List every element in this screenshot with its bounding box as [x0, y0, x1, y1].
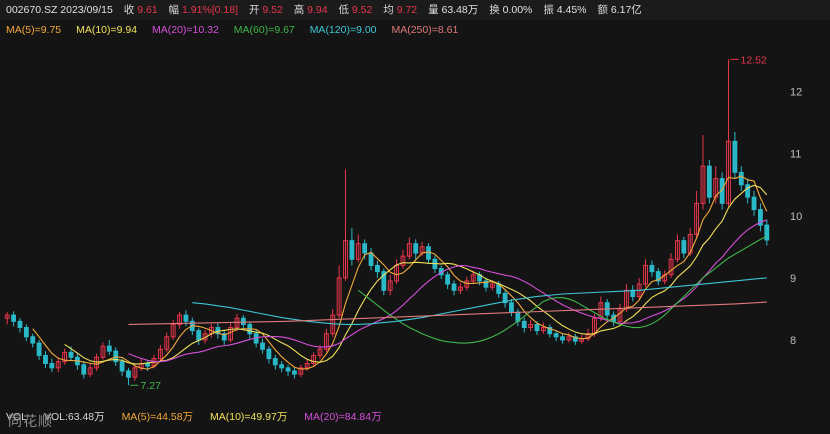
candle-body: [732, 140, 738, 173]
candle-body: [413, 243, 419, 254]
amount-label: 额: [597, 4, 608, 16]
y-tick-label: 11: [790, 149, 801, 161]
ma-line-ma250: [128, 301, 767, 325]
turnover-label: 换: [489, 4, 500, 16]
volume-label: 量: [428, 4, 439, 16]
candle-body: [183, 314, 189, 322]
y-tick-label: 9: [790, 273, 796, 285]
candle-body: [451, 283, 457, 291]
candle-body: [349, 240, 355, 260]
candle-body: [68, 351, 74, 358]
close-label: 收: [123, 4, 135, 16]
ma120-legend: MA(120)=9.00: [309, 24, 377, 36]
amplitude-value: 4.45%: [556, 4, 587, 16]
open-label: 开: [248, 4, 260, 16]
candle-body: [375, 264, 380, 273]
candle-body: [30, 336, 36, 344]
candle-body: [285, 367, 291, 372]
candle-body: [362, 243, 368, 254]
max-price-label: 12.52: [741, 54, 767, 66]
volume-value: 63.48万: [441, 4, 479, 16]
vol-ma10: MA(10)=49.97万: [209, 411, 288, 423]
avg-label: 均: [383, 4, 394, 16]
candle-body: [292, 370, 297, 375]
vol-ma5: MA(5)=44.58万: [121, 411, 194, 423]
candle-body: [509, 302, 514, 313]
low-value: 9.52: [351, 4, 373, 16]
candle-body: [560, 336, 565, 341]
high-value: 9.94: [307, 4, 328, 16]
y-tick-label: 10: [790, 211, 802, 223]
candle-body: [681, 240, 687, 254]
turnover-value: 0.00%: [502, 4, 533, 16]
candle-body: [751, 196, 757, 211]
range-value: 1.91%[0.18]: [181, 4, 239, 16]
y-tick-label: 8: [790, 335, 796, 347]
candle-body: [279, 364, 285, 369]
candle-body: [126, 370, 131, 378]
open-value: 9.52: [262, 4, 283, 16]
candle-body: [266, 348, 272, 360]
candlestick-chart[interactable]: 8 9 10 11 12 12.52 7.27: [0, 40, 830, 406]
ma250-legend: MA(250)=8.61: [391, 24, 459, 36]
candle-body: [119, 361, 125, 372]
ma5-legend: MA(5)=9.75: [6, 24, 62, 36]
candle-body: [521, 320, 527, 329]
candle-body: [706, 165, 712, 198]
ma20-legend: MA(20)=10.32: [152, 24, 219, 36]
candle-body: [445, 274, 451, 285]
quote-info-bar: 002670.SZ 2023/09/15 收 9.61 幅 1.91%[0.18…: [0, 0, 830, 20]
vol-value: VOL:63.48万: [43, 411, 105, 423]
candle-body: [426, 246, 431, 260]
candle-body: [649, 264, 655, 273]
candle-body: [145, 363, 151, 367]
amplitude-label: 振: [543, 4, 554, 16]
amount-value: 6.17亿: [610, 4, 642, 16]
candle-body: [49, 363, 55, 369]
ma-line-ma10: [64, 184, 768, 365]
candle-body: [11, 314, 16, 322]
avg-value: 9.72: [396, 4, 418, 16]
low-label: 低: [338, 4, 350, 16]
candle-body: [764, 224, 770, 241]
candle-body: [534, 323, 540, 332]
candle-body: [745, 184, 751, 198]
close-value: 9.61: [137, 4, 158, 16]
ma-legend: MA(5)=9.75 MA(10)=9.94 MA(20)=10.32 MA(6…: [0, 21, 830, 39]
range-label: 幅: [168, 4, 180, 16]
min-price-label: 7.27: [140, 380, 161, 392]
candle-body: [272, 358, 278, 366]
volume-legend: VOL VOL:63.48万 MA(5)=44.58万 MA(10)=49.97…: [0, 408, 830, 426]
candle-body: [23, 327, 29, 338]
candle-body: [196, 330, 202, 341]
candle-body: [738, 171, 744, 186]
candle-body: [553, 333, 559, 338]
candle-body: [630, 289, 636, 297]
y-tick-label: 12: [790, 87, 802, 99]
ma10-legend: MA(10)=9.94: [76, 24, 138, 36]
candle-body: [17, 320, 23, 329]
watermark-logo: 同花顺: [8, 413, 53, 429]
ma60-legend: MA(60)=9.67: [233, 24, 295, 36]
candle-body: [106, 345, 112, 352]
candle-body: [36, 342, 42, 356]
symbol-date: 002670.SZ 2023/09/15: [6, 4, 113, 16]
high-label: 高: [293, 4, 305, 16]
candle-body: [368, 252, 374, 266]
vol-ma20: MA(20)=84.84万: [304, 411, 382, 423]
candle-body: [43, 354, 48, 365]
candle-body: [240, 317, 246, 325]
candle-body: [260, 342, 265, 350]
candle-body: [81, 364, 87, 375]
